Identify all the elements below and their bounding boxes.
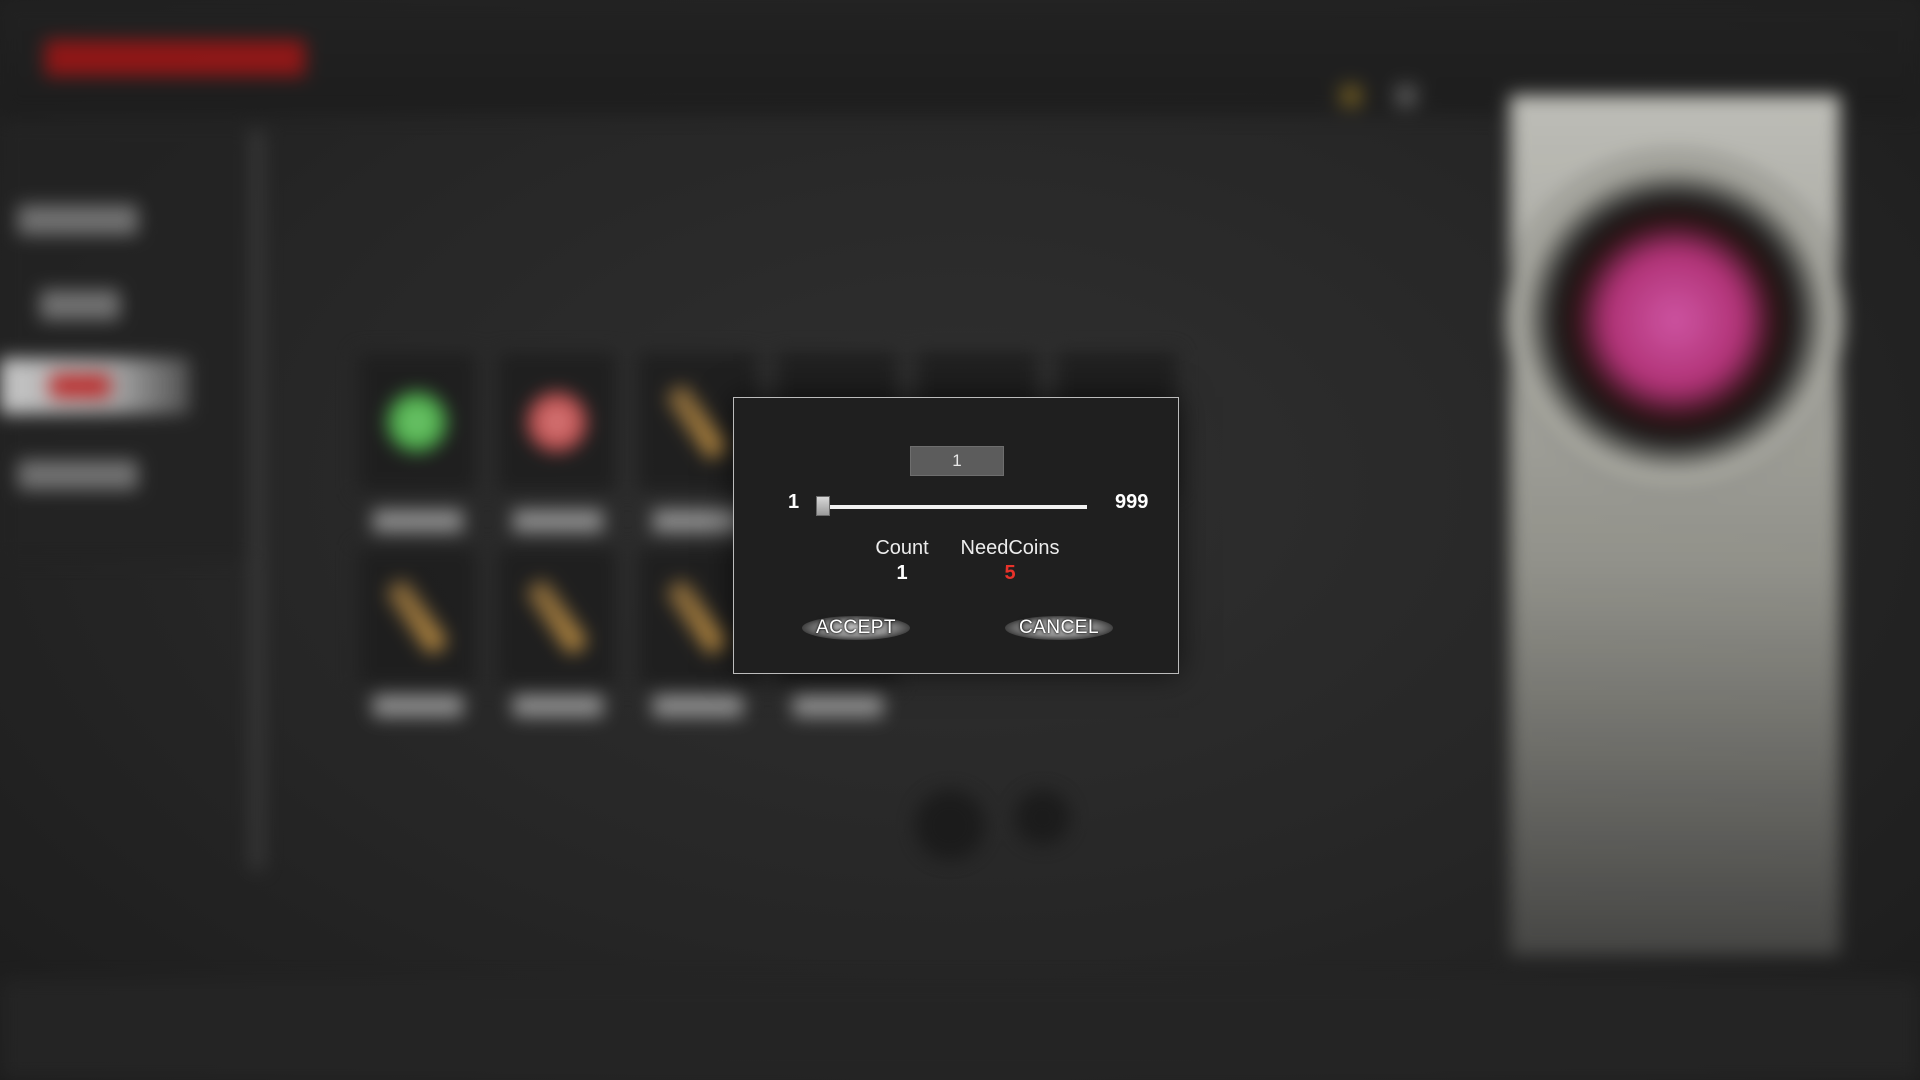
quantity-input[interactable] [910, 446, 1004, 476]
need-coins-label: NeedCoins [960, 537, 1060, 559]
item-label [513, 695, 603, 717]
need-coins-value: 5 [1004, 562, 1016, 584]
quantity-slider-handle[interactable] [816, 496, 830, 516]
item-label [513, 510, 603, 532]
sword-icon [664, 577, 730, 657]
item-label [653, 510, 743, 532]
item-label [373, 695, 463, 717]
item-slot[interactable] [355, 350, 479, 494]
sidebar-item-active[interactable] [0, 358, 190, 414]
purchase-quantity-dialog: 1 999 Count 1 NeedCoins 5 ACCEPT CANCEL [733, 397, 1179, 674]
accept-button-label: ACCEPT [815, 617, 897, 638]
quantity-slider-track[interactable] [816, 505, 1087, 509]
bottom-bar [0, 980, 1920, 1080]
shop-title-blurred [45, 40, 305, 76]
item-slot[interactable] [495, 545, 619, 689]
item-slot[interactable] [495, 350, 619, 494]
red-orb-icon [527, 392, 587, 452]
slider-min-label: 1 [788, 491, 800, 513]
item-label [653, 695, 743, 717]
sidebar [0, 120, 250, 560]
coin-icon [1340, 85, 1362, 107]
axe-icon [524, 577, 590, 657]
game-screen: 1 999 Count 1 NeedCoins 5 ACCEPT CANCEL [0, 0, 1920, 1080]
green-orb-icon [387, 392, 447, 452]
page-dot[interactable] [1015, 790, 1070, 845]
pickaxe-icon [384, 577, 450, 657]
page-dot[interactable] [915, 790, 985, 860]
cancel-button[interactable]: CANCEL [999, 608, 1119, 648]
settings-icon [1395, 85, 1417, 107]
cancel-button-label: CANCEL [1018, 617, 1100, 638]
item-label [793, 695, 883, 717]
panel-divider [250, 130, 264, 870]
hammer-icon [664, 382, 730, 462]
pink-orb-emblem-icon [1505, 150, 1845, 490]
need-coins-stat: NeedCoins 5 [945, 536, 1075, 586]
sidebar-item-2[interactable] [40, 290, 120, 320]
item-label [373, 510, 463, 532]
item-slot[interactable] [355, 545, 479, 689]
sidebar-item-4[interactable] [18, 460, 138, 490]
accept-button[interactable]: ACCEPT [796, 608, 916, 648]
sidebar-item-1[interactable] [18, 205, 138, 235]
slider-max-label: 999 [1115, 491, 1149, 513]
